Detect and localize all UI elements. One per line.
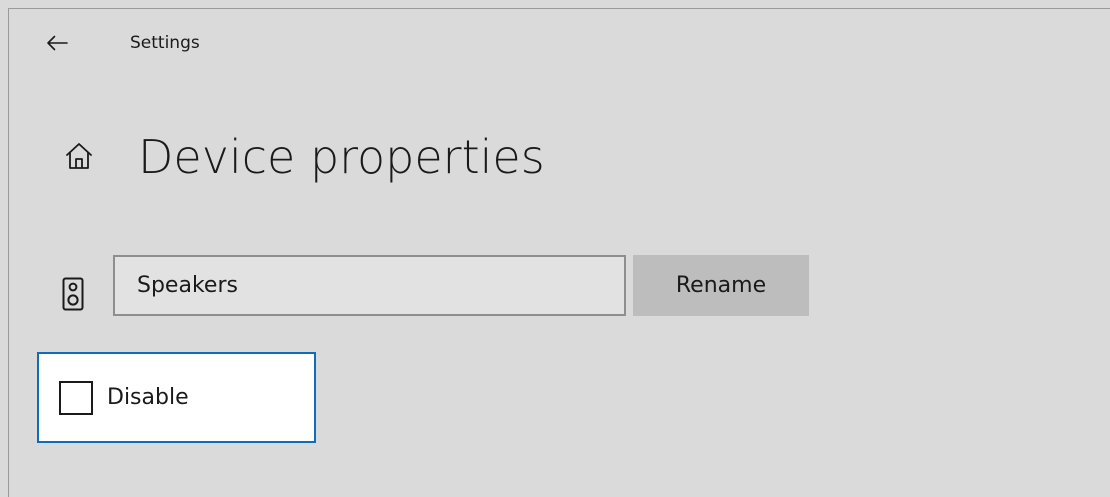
home-icon — [66, 143, 92, 169]
speaker-icon — [62, 277, 84, 311]
checkbox-square[interactable] — [59, 380, 93, 415]
arrow-left-icon — [47, 35, 68, 51]
disable-checkbox[interactable]: Disable — [37, 352, 316, 443]
page-title: Device properties — [138, 130, 545, 184]
window-title: Settings — [130, 33, 200, 53]
disable-label: Disable — [107, 385, 189, 410]
rename-button[interactable]: Rename — [633, 255, 809, 316]
device-name-input[interactable] — [113, 255, 626, 316]
back-button[interactable] — [37, 25, 77, 61]
settings-window: Settings Device properties Rename Disabl… — [8, 8, 1110, 497]
